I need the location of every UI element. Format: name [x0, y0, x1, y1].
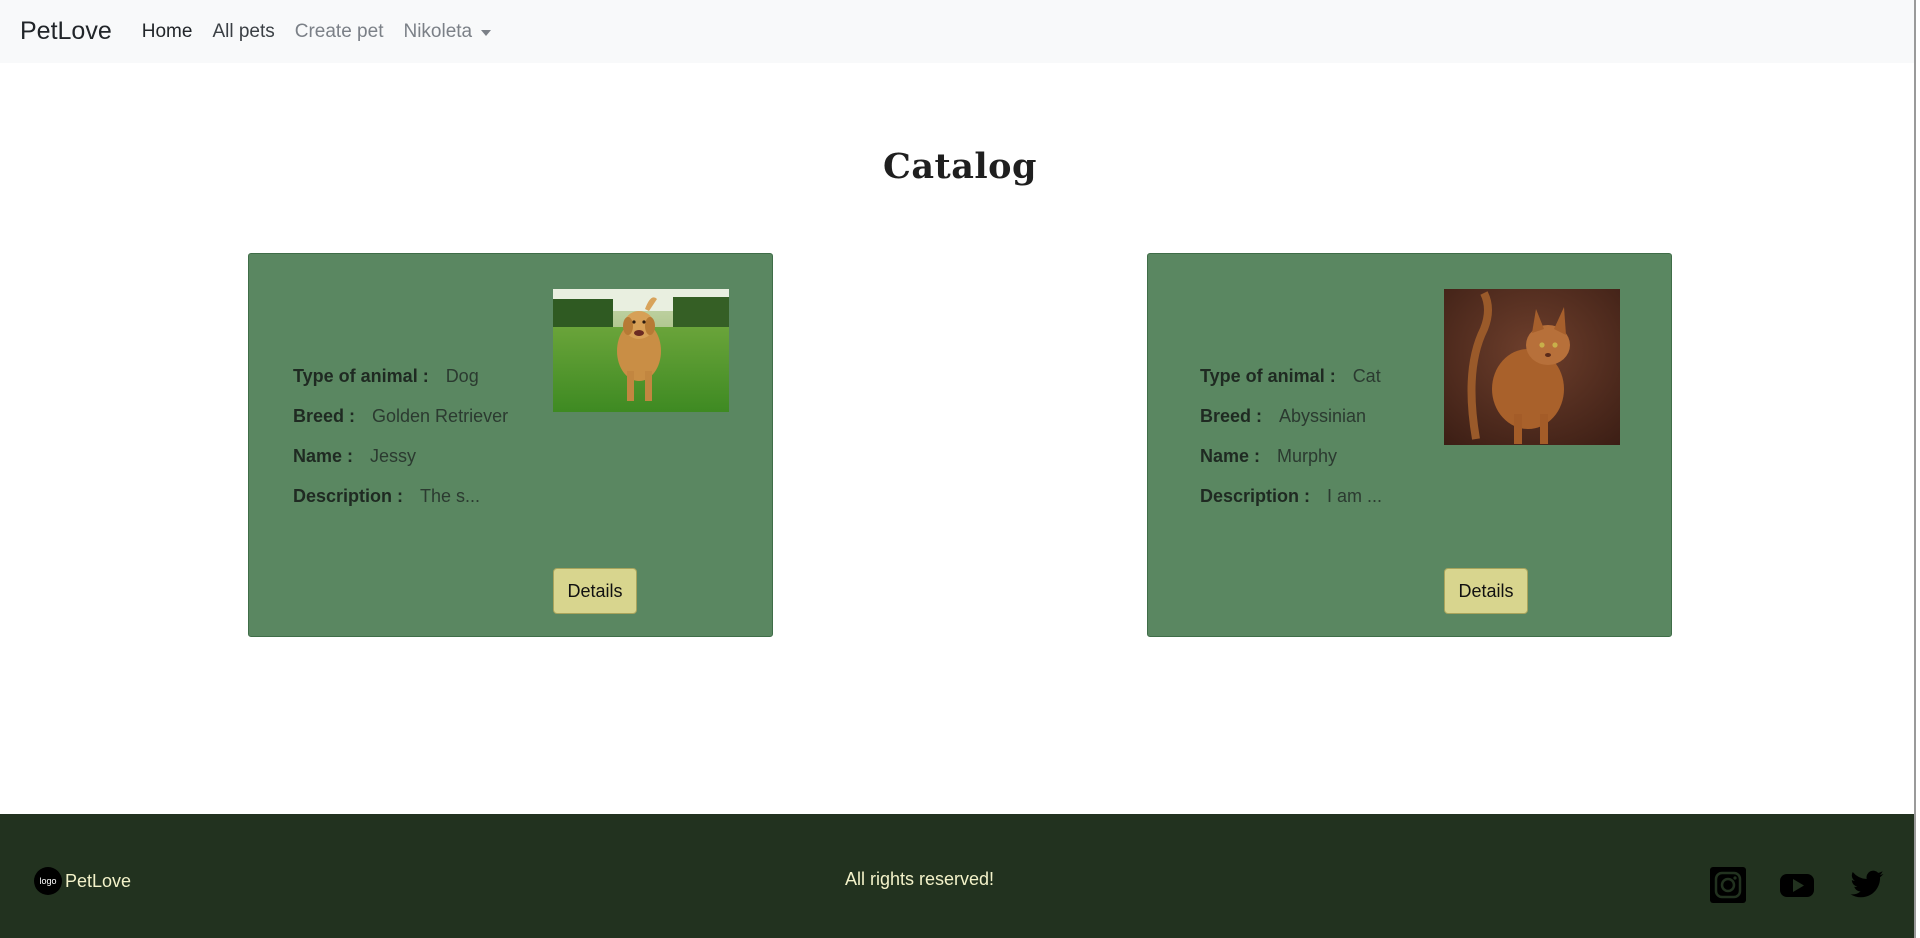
pet-name-value: Murphy: [1277, 446, 1338, 466]
pet-description-row: Description : I am ...: [1200, 486, 1382, 526]
pet-name-label: Name :: [1200, 446, 1261, 466]
footer: logo PetLove All rights reserved!: [0, 814, 1914, 938]
footer-brand[interactable]: logo PetLove: [34, 867, 131, 895]
pet-card-dog: Type of animal : Dog Breed : Golden Retr…: [248, 253, 773, 637]
pet-name-row: Name : Jessy: [293, 446, 508, 486]
chevron-down-icon: [481, 29, 492, 36]
nav-link-home[interactable]: Home: [142, 21, 193, 43]
navbar-brand[interactable]: PetLove: [20, 17, 112, 46]
pet-breed-row: Breed : Golden Retriever: [293, 406, 508, 446]
pet-name-value: Jessy: [370, 446, 417, 466]
user-dropdown-label: Nikoleta: [403, 20, 473, 42]
footer-brand-label: PetLove: [65, 870, 132, 891]
pet-type-row: Type of animal : Dog: [293, 366, 508, 406]
user-dropdown[interactable]: Nikoleta: [403, 20, 492, 43]
pet-description-label: Description :: [293, 486, 404, 506]
pet-card-cat: Type of animal : Cat Breed : Abyssinian …: [1147, 253, 1672, 637]
youtube-icon[interactable]: [1779, 867, 1815, 903]
pet-description-value: The s...: [420, 486, 481, 506]
pet-type-value: Cat: [1352, 366, 1381, 386]
pet-photo-dog: [553, 289, 729, 412]
pet-name-label: Name :: [293, 446, 354, 466]
pet-breed-label: Breed :: [293, 406, 356, 426]
pet-name-row: Name : Murphy: [1200, 446, 1382, 486]
nav-link-create-pet[interactable]: Create pet: [295, 21, 384, 43]
scrollbar[interactable]: [1914, 0, 1916, 938]
pet-type-value: Dog: [445, 366, 479, 386]
pet-type-label: Type of animal :: [1200, 366, 1336, 386]
pet-description-row: Description : The s...: [293, 486, 508, 526]
pet-description-label: Description :: [1200, 486, 1311, 506]
instagram-icon[interactable]: [1710, 867, 1746, 903]
pet-type-row: Type of animal : Cat: [1200, 366, 1382, 406]
pet-description-value: I am ...: [1327, 486, 1383, 506]
pet-breed-value: Golden Retriever: [372, 406, 509, 426]
pet-breed-label: Breed :: [1200, 406, 1263, 426]
page-title: Catalog: [883, 146, 1037, 187]
pet-info: Type of animal : Dog Breed : Golden Retr…: [293, 366, 508, 526]
pet-breed-value: Abyssinian: [1279, 406, 1367, 426]
pet-breed-row: Breed : Abyssinian: [1200, 406, 1382, 446]
logo: logo: [34, 867, 62, 895]
pet-info: Type of animal : Cat Breed : Abyssinian …: [1200, 366, 1382, 526]
copyright-text: All rights reserved!: [845, 869, 995, 889]
pet-type-label: Type of animal :: [293, 366, 429, 386]
top-navbar: PetLove Home All pets Create pet Nikolet…: [0, 0, 1914, 63]
twitter-icon[interactable]: [1849, 867, 1885, 903]
details-button[interactable]: Details: [1444, 568, 1528, 614]
details-button[interactable]: Details: [553, 568, 637, 614]
nav-link-all-pets[interactable]: All pets: [212, 21, 274, 43]
pet-photo-cat: [1444, 289, 1620, 445]
